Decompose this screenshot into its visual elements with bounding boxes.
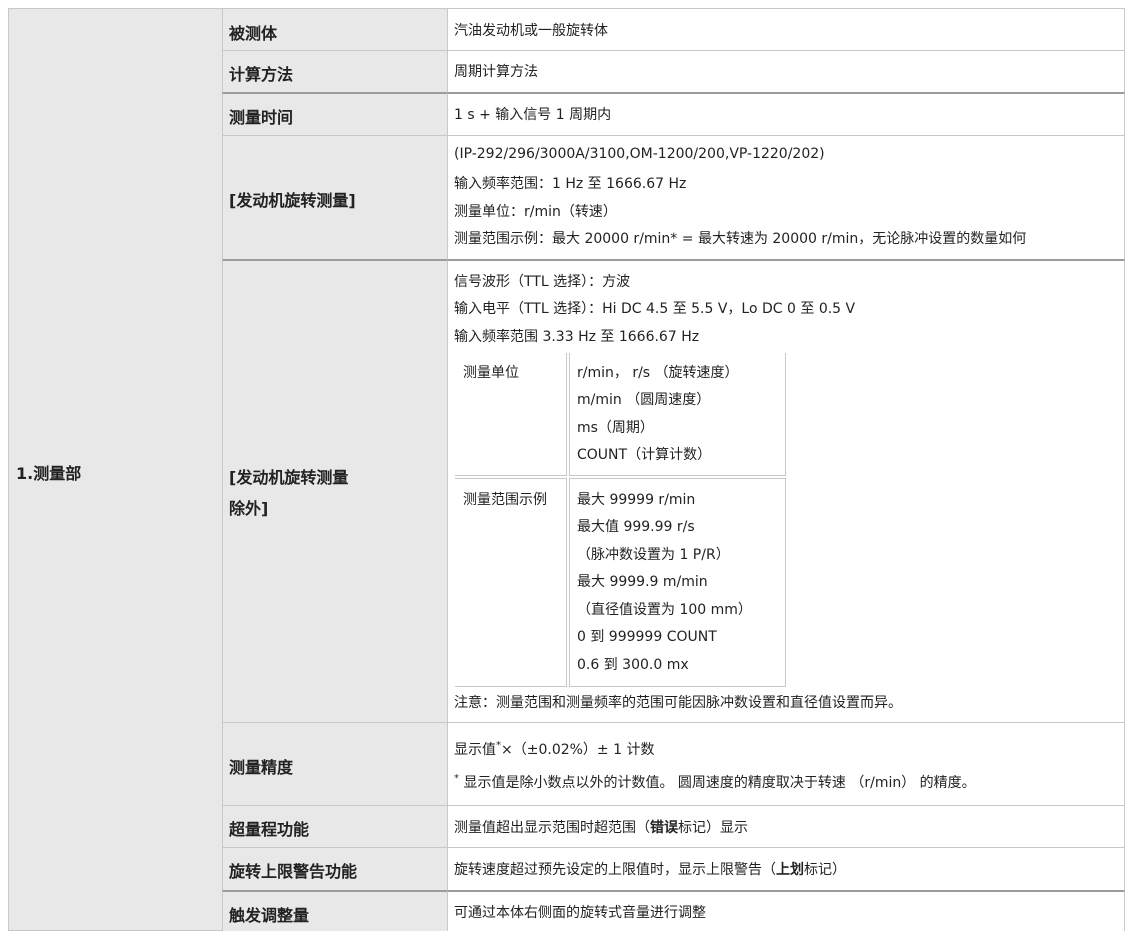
input-freq-line: 输入频率范围 3.33 Hz 至 1666.67 Hz bbox=[454, 329, 700, 345]
note-line: 注意：测量范围和测量频率的范围可能因脉冲数设置和直径值设置而异。 bbox=[454, 695, 902, 711]
value-cell-upper-limit: 旋转速度超过预先设定的上限值时，显示上限警告（上划标记） bbox=[447, 847, 1125, 890]
accuracy-text-a: 显示值 bbox=[454, 742, 496, 758]
engine-line-models: (IP-292/296/3000A/3100,OM-1200/200,VP-12… bbox=[454, 146, 825, 162]
label-cell-accuracy: 测量精度 bbox=[222, 722, 447, 805]
value-upper-limit: 旋转速度超过预先设定的上限值时，显示上限警告（上划标记） bbox=[454, 859, 846, 879]
range-value: 最大 99999 r/min bbox=[577, 492, 696, 508]
value-cell-target: 汽油发动机或一般旋转体 bbox=[447, 8, 1125, 50]
range-value: 最大值 999.99 r/s bbox=[577, 519, 695, 535]
label-cell-upper-limit: 旋转上限警告功能 bbox=[222, 847, 447, 890]
value-time: 1 s + 输入信号 1 周期内 bbox=[454, 107, 612, 123]
range-value: 0.6 到 300.0 mx bbox=[577, 657, 689, 673]
label-cell-engine: [发动机旋转测量] bbox=[222, 135, 447, 259]
unit-label: 测量单位 bbox=[463, 365, 519, 381]
overrange-text-a: 测量值超出显示范围时超范围（ bbox=[454, 820, 650, 836]
range-value: （直径值设置为 100 mm） bbox=[577, 602, 752, 618]
unit-label-cell: 测量单位 bbox=[455, 353, 567, 476]
overline-mark-text: 上划 bbox=[776, 862, 804, 878]
range-value: （脉冲数设置为 1 P/R） bbox=[577, 547, 730, 563]
asterisk-mark: * bbox=[454, 773, 459, 784]
label-cell-target: 被测体 bbox=[222, 8, 447, 50]
signal-waveform-line: 信号波形（TTL 选择）：方波 bbox=[454, 274, 631, 290]
value-target: 汽油发动机或一般旋转体 bbox=[454, 23, 608, 39]
unit-value: COUNT（计算计数） bbox=[577, 447, 712, 463]
accuracy-line: 显示值*×（±0.02%）± 1 计数 bbox=[454, 739, 654, 759]
engine-line-unit: 测量单位：r/min（转速） bbox=[454, 204, 617, 220]
unit-value: r/min， r/s （旋转速度） bbox=[577, 365, 739, 381]
engine-line-range: 测量范围示例：最大 20000 r/min* = 最大转速为 20000 r/m… bbox=[454, 231, 1027, 247]
label-cell-overrange: 超量程功能 bbox=[222, 805, 447, 847]
value-cell-trigger: 可通过本体右侧面的旋转式音量进行调整 bbox=[447, 890, 1125, 931]
value-cell-overrange: 测量值超出显示范围时超范围（错误标记）显示 bbox=[447, 805, 1125, 847]
range-label-cell: 测量范围示例 bbox=[455, 478, 567, 687]
label-trigger: 触发调整量 bbox=[229, 906, 310, 925]
input-level-line: 输入电平（TTL 选择）：Hi DC 4.5 至 5.5 V，Lo DC 0 至… bbox=[454, 301, 856, 317]
label-cell-non-engine: [发动机旋转测量 除外] bbox=[222, 259, 447, 722]
label-overrange: 超量程功能 bbox=[229, 820, 310, 839]
label-cell-method: 计算方法 bbox=[222, 50, 447, 92]
value-cell-engine: (IP-292/296/3000A/3100,OM-1200/200,VP-12… bbox=[447, 135, 1125, 259]
label-upper-limit: 旋转上限警告功能 bbox=[229, 862, 358, 881]
unit-value: ms（周期） bbox=[577, 420, 654, 436]
label-non-engine-1: [发动机旋转测量 bbox=[229, 468, 349, 487]
value-cell-method: 周期计算方法 bbox=[447, 50, 1125, 92]
section-cell: 1.测量部 bbox=[8, 8, 223, 931]
unit-value: m/min （圆周速度） bbox=[577, 392, 711, 408]
accuracy-note: * 显示值是除小数点以外的计数值。 圆周速度的精度取决于转速 （r/min） 的… bbox=[454, 772, 976, 792]
error-mark-text: 错误 bbox=[650, 820, 678, 836]
value-trigger: 可通过本体右侧面的旋转式音量进行调整 bbox=[454, 905, 706, 921]
label-accuracy: 测量精度 bbox=[229, 758, 294, 777]
upper-limit-text-b: 标记） bbox=[804, 862, 846, 878]
label-time: 测量时间 bbox=[229, 108, 294, 127]
label-non-engine-2: 除外] bbox=[229, 499, 269, 518]
range-label: 测量范围示例 bbox=[463, 492, 547, 508]
label-engine: [发动机旋转测量] bbox=[229, 191, 356, 210]
overrange-text-b: 标记）显示 bbox=[678, 820, 748, 836]
value-cell-non-engine: 信号波形（TTL 选择）：方波 输入电平（TTL 选择）：Hi DC 4.5 至… bbox=[447, 259, 1125, 722]
value-overrange: 测量值超出显示范围时超范围（错误标记）显示 bbox=[454, 817, 748, 837]
upper-limit-text-a: 旋转速度超过预先设定的上限值时，显示上限警告（ bbox=[454, 862, 776, 878]
label-cell-trigger: 触发调整量 bbox=[222, 890, 447, 931]
range-value: 最大 9999.9 m/min bbox=[577, 574, 708, 590]
value-cell-accuracy: 显示值*×（±0.02%）± 1 计数 * 显示值是除小数点以外的计数值。 圆周… bbox=[447, 722, 1125, 805]
asterisk-mark: * bbox=[496, 740, 501, 751]
range-values-cell: 最大 99999 r/min 最大值 999.99 r/s （脉冲数设置为 1 … bbox=[569, 478, 786, 687]
unit-values-cell: r/min， r/s （旋转速度） m/min （圆周速度） ms（周期） CO… bbox=[569, 353, 786, 476]
label-method: 计算方法 bbox=[229, 65, 294, 84]
section-title: 1.测量部 bbox=[16, 464, 82, 483]
label-cell-time: 测量时间 bbox=[222, 92, 447, 135]
engine-line-freq: 输入频率范围：1 Hz 至 1666.67 Hz bbox=[454, 176, 687, 192]
value-method: 周期计算方法 bbox=[454, 64, 538, 80]
value-cell-time: 1 s + 输入信号 1 周期内 bbox=[447, 92, 1125, 135]
range-value: 0 到 999999 COUNT bbox=[577, 629, 717, 645]
accuracy-text-b: ×（±0.02%）± 1 计数 bbox=[501, 742, 655, 758]
accuracy-note-text: 显示值是除小数点以外的计数值。 圆周速度的精度取决于转速 （r/min） 的精度… bbox=[459, 775, 976, 791]
label-target: 被测体 bbox=[229, 24, 278, 43]
